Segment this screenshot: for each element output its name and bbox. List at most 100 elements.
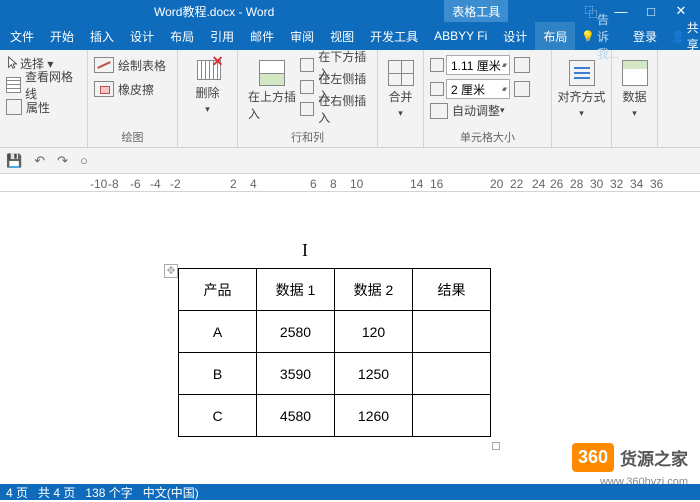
ruler-mark: 4: [250, 177, 257, 191]
document-area[interactable]: ✥ 产品 数据 1 数据 2 结果 A 2580 120 B 3590 1250: [0, 192, 700, 502]
insert-right-button[interactable]: 在右侧插入: [300, 98, 371, 120]
draw-table-button[interactable]: 绘制表格: [94, 54, 171, 76]
tab-table-design[interactable]: 设计: [495, 22, 535, 50]
menu-bar: 文件 开始 插入 设计 布局 引用 邮件 审阅 视图 开发工具 ABBYY Fi…: [0, 22, 700, 50]
table-cell[interactable]: 4580: [257, 395, 335, 437]
undo-icon[interactable]: ↶: [34, 153, 45, 169]
ruler-mark: 28: [570, 177, 583, 191]
chevron-down-icon: [579, 105, 584, 119]
group-alignment: 对齐方式: [552, 50, 612, 147]
col-width-input[interactable]: 2 厘米: [446, 79, 510, 99]
col-width-icon: [430, 82, 444, 96]
eraser-icon: [94, 81, 114, 97]
tab-view[interactable]: 视图: [322, 22, 362, 50]
save-icon[interactable]: 💾: [6, 153, 22, 169]
qat-more-icon[interactable]: ○: [80, 153, 88, 168]
group-data: 数据: [612, 50, 658, 147]
table-resize-handle[interactable]: [492, 442, 500, 450]
table-cell[interactable]: [413, 353, 491, 395]
table-cell[interactable]: 1260: [335, 395, 413, 437]
ruler-mark: 10: [350, 177, 363, 191]
merge-button[interactable]: 合并: [377, 52, 425, 119]
ruler-mark: 14: [410, 177, 423, 191]
ruler-mark: -4: [150, 177, 161, 191]
table-cell[interactable]: [413, 395, 491, 437]
row-height-input[interactable]: 1.11 厘米: [446, 55, 510, 75]
ruler-mark: -2: [170, 177, 181, 191]
page: ✥ 产品 数据 1 数据 2 结果 A 2580 120 B 3590 1250: [20, 192, 640, 502]
table-header-cell[interactable]: 数据 2: [335, 269, 413, 311]
tab-review[interactable]: 审阅: [282, 22, 322, 50]
tab-insert[interactable]: 插入: [82, 22, 122, 50]
watermark: 360 货源之家: [572, 443, 688, 472]
close-icon[interactable]: ✕: [666, 3, 696, 19]
tab-references[interactable]: 引用: [202, 22, 242, 50]
table-row: C 4580 1260: [179, 395, 491, 437]
autofit-button[interactable]: 自动调整: [430, 102, 545, 119]
watermark-text: 货源之家: [620, 445, 688, 470]
table-cell[interactable]: 120: [335, 311, 413, 353]
status-total-pages[interactable]: 共 4 页: [38, 484, 75, 501]
status-language[interactable]: 中文(中国): [143, 484, 199, 501]
table-row: B 3590 1250: [179, 353, 491, 395]
tab-layout[interactable]: 布局: [162, 22, 202, 50]
ruler-mark: 2: [230, 177, 237, 191]
tab-developer[interactable]: 开发工具: [362, 22, 426, 50]
eraser-button[interactable]: 橡皮擦: [94, 78, 171, 100]
status-bar: 4 页 共 4 页 138 个字 中文(中国): [0, 484, 700, 500]
word-table[interactable]: 产品 数据 1 数据 2 结果 A 2580 120 B 3590 1250 C…: [178, 268, 491, 437]
ruler-mark: -8: [108, 177, 119, 191]
table-cell[interactable]: [413, 311, 491, 353]
ruler-mark: 22: [510, 177, 523, 191]
ruler-mark: 30: [590, 177, 603, 191]
alignment-icon: [569, 60, 595, 86]
delete-button[interactable]: 删除: [184, 52, 232, 115]
tab-design[interactable]: 设计: [122, 22, 162, 50]
table-header-cell[interactable]: 产品: [179, 269, 257, 311]
table-cell[interactable]: A: [179, 311, 257, 353]
status-page[interactable]: 4 页: [6, 484, 28, 501]
redo-icon[interactable]: ↷: [57, 153, 68, 169]
group-label-cell-size: 单元格大小: [424, 129, 551, 145]
horizontal-ruler[interactable]: -10-8-6-4-22468101416202224262830323436: [0, 174, 700, 192]
table-header-cell[interactable]: 数据 1: [257, 269, 335, 311]
quick-access-toolbar: 💾 ↶ ↷ ○: [0, 148, 700, 174]
share-button[interactable]: 共享: [665, 19, 700, 53]
group-delete: 删除: [178, 50, 238, 147]
tab-home[interactable]: 开始: [42, 22, 82, 50]
watermark-badge: 360: [572, 443, 614, 472]
ribbon: 选择 ▾ 查看网格线 属性 绘制表格 橡皮擦 绘图 删除 在上方插入 在下方插入…: [0, 50, 700, 148]
ruler-mark: 24: [532, 177, 545, 191]
alignment-button[interactable]: 对齐方式: [558, 52, 606, 119]
tab-abbyy[interactable]: ABBYY Fi: [426, 22, 495, 50]
table-move-handle[interactable]: ✥: [164, 264, 178, 278]
data-icon: [622, 60, 648, 86]
document-title: Word教程.docx - Word: [154, 3, 274, 20]
row-height-icon: [430, 58, 444, 72]
group-rows-cols: 在上方插入 在下方插入 在左侧插入 在右侧插入 行和列: [238, 50, 378, 147]
data-button[interactable]: 数据: [611, 52, 659, 119]
ruler-mark: 26: [550, 177, 563, 191]
properties-icon: [6, 99, 22, 115]
table-cell[interactable]: 2580: [257, 311, 335, 353]
tab-table-layout[interactable]: 布局: [535, 22, 575, 50]
login-link[interactable]: 登录: [625, 22, 665, 50]
properties-button[interactable]: 属性: [6, 96, 81, 118]
view-gridlines-button[interactable]: 查看网格线: [6, 74, 81, 96]
table-cell[interactable]: C: [179, 395, 257, 437]
merge-icon: [388, 60, 414, 86]
distribute-cols-icon[interactable]: [514, 81, 530, 97]
group-label-rows-cols: 行和列: [238, 129, 377, 145]
table-cell[interactable]: 1250: [335, 353, 413, 395]
table-cell[interactable]: 3590: [257, 353, 335, 395]
table-cell[interactable]: B: [179, 353, 257, 395]
distribute-rows-icon[interactable]: [514, 57, 530, 73]
insert-below-icon: [300, 58, 314, 72]
tab-mailings[interactable]: 邮件: [242, 22, 282, 50]
status-word-count[interactable]: 138 个字: [85, 484, 132, 501]
insert-above-button[interactable]: 在上方插入: [248, 56, 296, 122]
table-header-cell[interactable]: 结果: [413, 269, 491, 311]
ruler-mark: 34: [630, 177, 643, 191]
tab-file[interactable]: 文件: [2, 22, 42, 50]
maximize-icon[interactable]: □: [636, 4, 666, 19]
